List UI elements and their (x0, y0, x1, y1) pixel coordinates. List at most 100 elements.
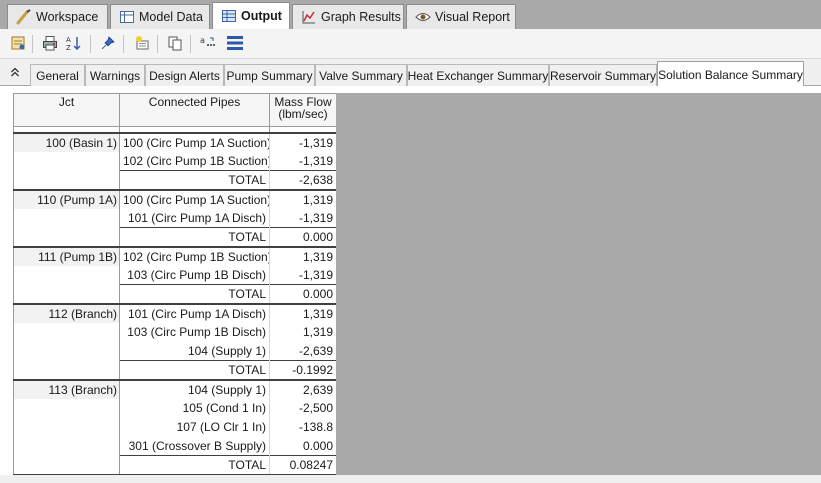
tab-model-data[interactable]: Model Data (110, 4, 210, 29)
table-row: 112 (Branch) 101 (Circ Pump 1A Disch) 1,… (13, 302, 337, 323)
tab-workspace[interactable]: Workspace (7, 4, 108, 29)
print-button[interactable] (40, 34, 60, 54)
total-label: TOTAL (119, 360, 270, 380)
mass-flow-cell: -2,639 (269, 341, 337, 361)
junction-cell (13, 208, 120, 228)
table-total-row: TOTAL -0.1992 (13, 360, 337, 380)
mass-flow-cell: 1,319 (269, 188, 337, 209)
junction-cell (13, 265, 120, 285)
column-header-jct[interactable]: Jct (13, 93, 120, 127)
formatting-icon: a (200, 35, 216, 54)
tab-output[interactable]: Output (212, 2, 290, 29)
tab-solution-balance-summary[interactable]: Solution Balance Summary (657, 61, 804, 87)
pipe-cell: 104 (Supply 1) (119, 341, 270, 361)
junction-cell (13, 322, 120, 342)
total-mass-flow: -2,638 (269, 170, 337, 190)
table-row: 113 (Branch) 104 (Supply 1) 2,639 (13, 378, 337, 399)
pipe-cell: 102 (Circ Pump 1B Suction) (119, 151, 270, 171)
solution-balance-table: Jct Connected Pipes Mass Flow (lbm/sec) … (13, 93, 337, 480)
eye-icon (415, 9, 431, 25)
bottom-scroll-strip[interactable] (0, 475, 821, 483)
junction-cell (13, 170, 120, 190)
pin-button[interactable] (98, 34, 118, 54)
graph-icon (301, 9, 317, 25)
tab-pump-summary[interactable]: Pump Summary (224, 64, 315, 86)
copy-button[interactable] (165, 34, 185, 54)
total-mass-flow: 0.000 (269, 227, 337, 247)
tab-valve-summary[interactable]: Valve Summary (315, 64, 407, 86)
mass-flow-cell: 2,639 (269, 378, 337, 399)
pipe-cell: 101 (Circ Pump 1A Disch) (119, 208, 270, 228)
collapse-button[interactable] (5, 63, 25, 83)
junction-cell: 110 (Pump 1A) (13, 188, 120, 209)
formatting-button[interactable]: a (198, 34, 218, 54)
total-mass-flow: 0.000 (269, 284, 337, 304)
junction-cell (13, 227, 120, 247)
column-header-connected-pipes[interactable]: Connected Pipes (119, 93, 270, 127)
total-mass-flow: -0.1992 (269, 360, 337, 380)
column-header-mass-flow[interactable]: Mass Flow (lbm/sec) (269, 93, 337, 127)
mass-flow-cell: -1,319 (269, 131, 337, 152)
mass-flow-cell: -1,319 (269, 208, 337, 228)
pipe-cell: 104 (Supply 1) (119, 378, 270, 399)
tab-design-alerts[interactable]: Design Alerts (145, 64, 224, 86)
tab-warnings[interactable]: Warnings (85, 64, 145, 86)
table-row: 100 (Basin 1) 100 (Circ Pump 1A Suction)… (13, 131, 337, 152)
pipe-cell: 102 (Circ Pump 1B Suction) (119, 245, 270, 266)
output-toolbar: AZ a (0, 29, 821, 59)
output-sub-tab-bar: General Warnings Design Alerts Pump Summ… (0, 60, 821, 87)
toolbar-separator (32, 35, 33, 53)
tab-heat-exchanger-summary[interactable]: Heat Exchanger Summary (407, 64, 549, 86)
table-row: 105 (Cond 1 In) -2,500 (13, 398, 337, 418)
table-header-row: Jct Connected Pipes Mass Flow (lbm/sec) (13, 93, 337, 127)
junction-cell (13, 360, 120, 380)
mass-flow-cell: -1,319 (269, 265, 337, 285)
total-label: TOTAL (119, 455, 270, 475)
total-mass-flow: 0.08247 (269, 455, 337, 475)
tab-graph-results[interactable]: Graph Results (292, 4, 404, 29)
table-total-row: TOTAL 0.000 (13, 284, 337, 304)
table-row: 101 (Circ Pump 1A Disch) -1,319 (13, 208, 337, 228)
toolbar-separator (190, 35, 191, 53)
junction-cell: 112 (Branch) (13, 302, 120, 323)
output-control-button[interactable] (8, 34, 28, 54)
highlight-button[interactable] (132, 34, 152, 54)
mass-flow-cell: 0.000 (269, 436, 337, 456)
table-row: 102 (Circ Pump 1B Suction) -1,319 (13, 151, 337, 171)
mass-flow-header-unit: (lbm/sec) (278, 107, 328, 121)
sections-icon (226, 35, 244, 54)
pipe-cell: 100 (Circ Pump 1A Suction) (119, 188, 270, 209)
total-label: TOTAL (119, 227, 270, 247)
junction-cell: 100 (Basin 1) (13, 131, 120, 152)
pin-icon (100, 35, 116, 54)
tab-general[interactable]: General (30, 64, 85, 86)
mass-flow-cell: 1,319 (269, 322, 337, 342)
pipe-cell: 103 (Circ Pump 1B Disch) (119, 265, 270, 285)
junction-cell (13, 284, 120, 304)
highlight-icon (134, 35, 150, 54)
tab-label: Model Data (139, 10, 203, 24)
tab-label: Graph Results (321, 10, 401, 24)
junction-cell (13, 455, 120, 475)
copy-icon (167, 35, 183, 54)
chevron-up-icon (10, 66, 20, 80)
tab-reservoir-summary[interactable]: Reservoir Summary (549, 64, 657, 86)
pipe-cell: 103 (Circ Pump 1B Disch) (119, 322, 270, 342)
table-total-row: TOTAL -2,638 (13, 170, 337, 190)
toolbar-separator (123, 35, 124, 53)
workspace-icon (16, 9, 32, 25)
sections-button[interactable] (225, 34, 245, 54)
tab-label: Visual Report (435, 10, 510, 24)
table-total-row: TOTAL 0.000 (13, 227, 337, 247)
tab-label: Output (241, 9, 282, 23)
table-row: 301 (Crossover B Supply) 0.000 (13, 436, 337, 456)
junction-cell (13, 436, 120, 456)
tab-visual-report[interactable]: Visual Report (406, 4, 516, 29)
tab-label: Workspace (36, 10, 99, 24)
sort-button[interactable]: AZ (64, 34, 84, 54)
svg-text:Z: Z (66, 44, 71, 51)
output-control-icon (10, 35, 26, 54)
junction-cell (13, 341, 120, 361)
table-row: 103 (Circ Pump 1B Disch) -1,319 (13, 265, 337, 285)
mass-flow-cell: -1,319 (269, 151, 337, 171)
